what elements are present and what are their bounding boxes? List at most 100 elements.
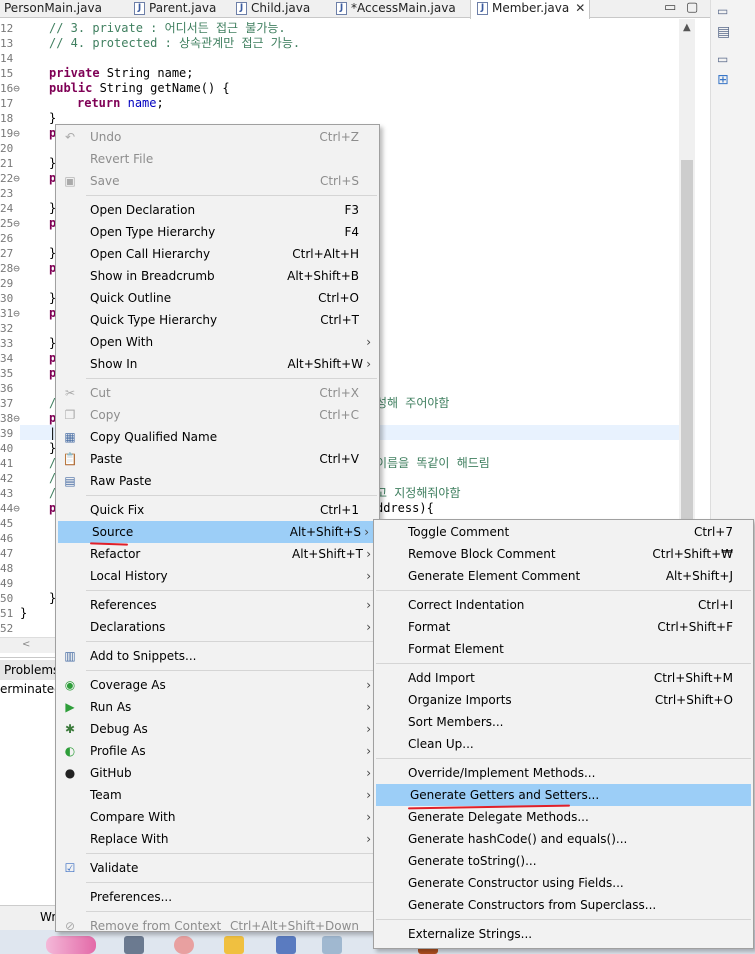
line-number: 22⊖ [0, 172, 20, 185]
tab-member[interactable]: J Member.java ✕ [470, 0, 590, 19]
menu-item-sort-members[interactable]: Sort Members... [374, 711, 753, 733]
menu-item-label: Add Import [408, 671, 475, 685]
menu-item-team[interactable]: Team › [56, 784, 379, 806]
menu-item-label: Format [408, 620, 451, 634]
menu-item-shortcut: Ctrl+Z [319, 130, 359, 144]
tab-label: Member.java [492, 1, 570, 15]
menu-item-generate-tostring[interactable]: Generate toString()... [374, 850, 753, 872]
menu-item-debug-as[interactable]: ✱ Debug As › [56, 718, 379, 740]
tab-personmain[interactable]: PersonMain.java [0, 0, 128, 18]
menu-item-override-implement-methods[interactable]: Override/Implement Methods... [374, 762, 753, 784]
bottom-tab-label[interactable]: Wr [40, 910, 56, 924]
menu-item-label: Quick Outline [90, 291, 172, 305]
menu-item-save[interactable]: ▣ Save Ctrl+S [56, 170, 379, 192]
menu-item-run-as[interactable]: ▶ Run As › [56, 696, 379, 718]
menu-item-quick-outline[interactable]: Quick Outline Ctrl+O [56, 287, 379, 309]
save-icon: ▣ [64, 174, 76, 188]
menu-item-open-with[interactable]: Open With › [56, 331, 379, 353]
menu-item-label: Show in Breadcrumb [90, 269, 215, 283]
menu-item-format-element[interactable]: Format Element [374, 638, 753, 660]
menu-item-paste[interactable]: 📋 Paste Ctrl+V [56, 448, 379, 470]
menu-item-clean-up[interactable]: Clean Up... [374, 733, 753, 755]
restore-icon[interactable]: ▭ [717, 52, 728, 66]
menu-item-raw-paste[interactable]: ▤ Raw Paste [56, 470, 379, 492]
chevron-right-icon: › [366, 598, 371, 612]
menu-item-toggle-comment[interactable]: Toggle Comment Ctrl+7 [374, 521, 753, 543]
menu-item-label: Validate [90, 861, 139, 875]
menu-item-coverage-as[interactable]: ◉ Coverage As › [56, 674, 379, 696]
menu-item-show-in[interactable]: Show In Alt+Shift+W › [56, 353, 379, 375]
menu-item-remove-from-context[interactable]: ⊘ Remove from Context Ctrl+Alt+Shift+Down [56, 915, 379, 937]
menu-item-compare-with[interactable]: Compare With › [56, 806, 379, 828]
menu-item-source[interactable]: Source Alt+Shift+S › [58, 521, 377, 543]
menu-item-organize-imports[interactable]: Organize Imports Ctrl+Shift+O [374, 689, 753, 711]
menu-item-copy-qualified-name[interactable]: ▦ Copy Qualified Name [56, 426, 379, 448]
code-line: return name; [77, 96, 164, 111]
taskbar-app-icon[interactable] [322, 936, 342, 954]
menu-item-refactor[interactable]: Refactor Alt+Shift+T › [56, 543, 379, 565]
menu-item-label: Correct Indentation [408, 598, 525, 612]
menu-item-add-to-snippets[interactable]: ▥ Add to Snippets... [56, 645, 379, 667]
menu-item-label: Replace With [90, 832, 169, 846]
tab-problems[interactable]: Problems [0, 660, 62, 680]
menu-item-references[interactable]: References › [56, 594, 379, 616]
line-number: 27 [0, 247, 14, 260]
taskbar-app-icon[interactable] [46, 936, 96, 954]
chevron-right-icon: › [366, 335, 371, 349]
menu-separator [376, 758, 751, 759]
menu-item-generate-constructors-from-superclass[interactable]: Generate Constructors from Superclass... [374, 894, 753, 916]
code-text: String name; [99, 66, 194, 80]
menu-item-generate-hashcode-and-equals[interactable]: Generate hashCode() and equals()... [374, 828, 753, 850]
menu-item-copy[interactable]: ❐ Copy Ctrl+C [56, 404, 379, 426]
close-icon[interactable]: ✕ [575, 1, 585, 15]
menu-item-validate[interactable]: ☑ Validate [56, 857, 379, 879]
restore-icon[interactable]: ▭ [717, 4, 728, 18]
tab-child[interactable]: J Child.java [234, 0, 332, 18]
menu-item-declarations[interactable]: Declarations › [56, 616, 379, 638]
hierarchy-view-icon[interactable]: ⊞ [717, 72, 729, 88]
menu-item-correct-indentation[interactable]: Correct Indentation Ctrl+I [374, 594, 753, 616]
taskbar-app-icon[interactable] [174, 936, 194, 954]
menu-item-preferences[interactable]: Preferences... [56, 886, 379, 908]
debug-icon: ✱ [64, 722, 76, 736]
taskbar-app-icon[interactable] [276, 936, 296, 954]
menu-item-cut[interactable]: ✂ Cut Ctrl+X [56, 382, 379, 404]
tab-accessmain[interactable]: J *AccessMain.java [334, 0, 464, 18]
menu-item-add-import[interactable]: Add Import Ctrl+Shift+M [374, 667, 753, 689]
maximize-icon[interactable]: ▢ [686, 0, 698, 15]
menu-item-label: Source [92, 525, 134, 539]
github-icon: ● [64, 766, 76, 780]
scroll-up-icon[interactable]: ▲ [683, 22, 691, 33]
menu-item-remove-block-comment[interactable]: Remove Block Comment Ctrl+Shift+₩ [374, 543, 753, 565]
menu-item-label: Preferences... [90, 890, 173, 904]
menu-item-undo[interactable]: ↶ Undo Ctrl+Z [56, 126, 379, 148]
menu-item-github[interactable]: ● GitHub › [56, 762, 379, 784]
scroll-left-icon[interactable]: < [22, 639, 30, 650]
line-number: 33 [0, 337, 14, 350]
menu-item-generate-constructor-using-fields[interactable]: Generate Constructor using Fields... [374, 872, 753, 894]
menu-item-externalize-strings[interactable]: Externalize Strings... [374, 923, 753, 945]
menu-item-open-declaration[interactable]: Open Declaration F3 [56, 199, 379, 221]
menu-item-shortcut: Alt+Shift+W [287, 357, 364, 371]
menu-item-open-call-hierarchy[interactable]: Open Call Hierarchy Ctrl+Alt+H [56, 243, 379, 265]
menu-item-generate-element-comment[interactable]: Generate Element Comment Alt+Shift+J [374, 565, 753, 587]
taskbar-app-icon[interactable] [224, 936, 244, 954]
minimize-icon[interactable]: ▭ [664, 0, 676, 15]
code-line-tail: ddress){ [376, 501, 434, 515]
menu-item-quick-fix[interactable]: Quick Fix Ctrl+1 [56, 499, 379, 521]
menu-item-format[interactable]: Format Ctrl+Shift+F [374, 616, 753, 638]
menu-item-replace-with[interactable]: Replace With › [56, 828, 379, 850]
menu-item-generate-delegate-methods[interactable]: Generate Delegate Methods... [374, 806, 753, 828]
line-number: 20 [0, 142, 14, 155]
outline-view-icon[interactable]: ▤ [717, 24, 730, 40]
menu-item-revert-file[interactable]: Revert File [56, 148, 379, 170]
line-number: 12 [0, 22, 14, 35]
menu-item-local-history[interactable]: Local History › [56, 565, 379, 587]
tab-parent[interactable]: J Parent.java [128, 0, 228, 18]
menu-item-generate-getters-and-setters[interactable]: Generate Getters and Setters... [376, 784, 751, 806]
menu-item-profile-as[interactable]: ◐ Profile As › [56, 740, 379, 762]
menu-item-open-type-hierarchy[interactable]: Open Type Hierarchy F4 [56, 221, 379, 243]
menu-item-show-in-breadcrumb[interactable]: Show in Breadcrumb Alt+Shift+B [56, 265, 379, 287]
taskbar-app-icon[interactable] [124, 936, 144, 954]
menu-item-quick-type-hierarchy[interactable]: Quick Type Hierarchy Ctrl+T [56, 309, 379, 331]
